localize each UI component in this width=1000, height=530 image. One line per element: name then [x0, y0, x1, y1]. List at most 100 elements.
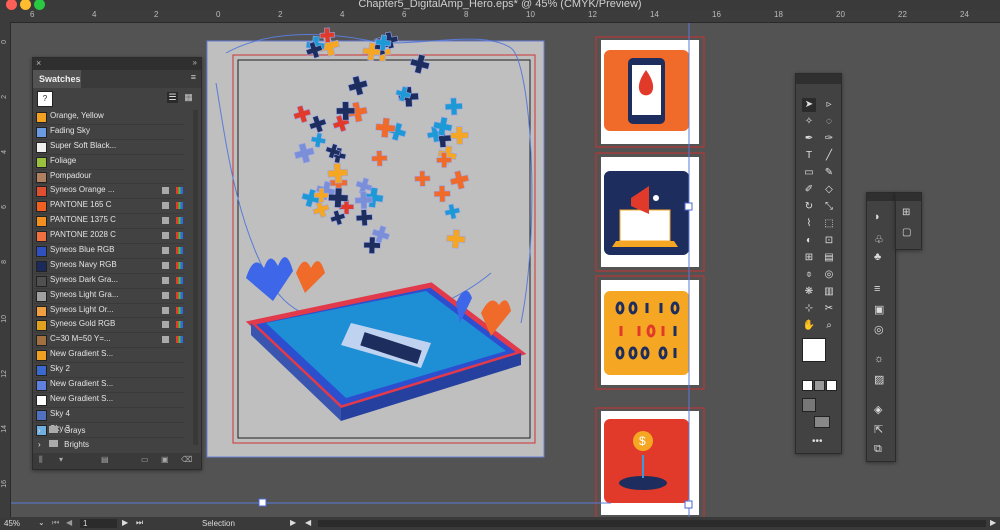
edit-toolbar-icon[interactable]: •••: [812, 436, 823, 447]
scroll-left-icon[interactable]: ◀: [305, 518, 311, 527]
coin-fountain-icon[interactable]: $: [601, 411, 699, 515]
swatch-list-scrollbar[interactable]: [193, 110, 198, 445]
swatch-item[interactable]: C=30 M=50 Y=...: [34, 333, 184, 349]
mesh-tool-icon[interactable]: ⊞: [802, 251, 816, 265]
artboards-icon[interactable]: ⧉: [874, 443, 882, 456]
zoom-dropdown-icon[interactable]: ⌄: [38, 518, 45, 527]
color-mode-button[interactable]: [802, 380, 813, 391]
column-graph-tool-icon[interactable]: ▥: [822, 285, 836, 299]
swatch-item[interactable]: PANTONE 165 C: [34, 199, 184, 215]
bounding-handle[interactable]: [684, 500, 693, 509]
swatch-item[interactable]: Sky 2: [34, 363, 184, 379]
disclosure-arrow-icon[interactable]: ›: [38, 440, 41, 449]
swatch-item[interactable]: Syneos Light Or...: [34, 304, 184, 319]
fill-stroke-indicator[interactable]: ?: [37, 91, 53, 107]
export-icon[interactable]: ⇱: [874, 423, 883, 436]
magic-wand-tool-icon[interactable]: ✧: [802, 115, 816, 129]
gradient-tool-icon[interactable]: ▤: [822, 251, 836, 265]
delete-swatch-icon[interactable]: ⌫: [181, 455, 192, 464]
stroke-icon[interactable]: ≡: [874, 283, 880, 295]
selection-tool-icon[interactable]: ➤: [802, 98, 816, 112]
swatch-item[interactable]: Sky 4: [34, 408, 184, 423]
secondary-panel-dock[interactable]: ◗ ♧ ♣ ≡ ▣ ◎ ☼ ▨ ◈ ⇱ ⧉: [866, 192, 896, 462]
swatch-libraries-icon[interactable]: ⫼: [39, 455, 43, 465]
screen-mode-button[interactable]: [814, 416, 830, 428]
pen-tool-icon[interactable]: ✒: [802, 132, 816, 146]
align-panel-dock[interactable]: ⊞ ▢: [895, 192, 922, 250]
new-color-group-icon[interactable]: ▭: [141, 455, 149, 464]
show-kinds-icon[interactable]: ▾: [59, 455, 63, 464]
close-panel-icon[interactable]: ×: [36, 58, 41, 68]
swatch-item[interactable]: Super Soft Black...: [34, 140, 184, 155]
lasso-tool-icon[interactable]: ◌: [822, 115, 836, 129]
phone-drop-icon[interactable]: [601, 40, 699, 144]
swatch-item[interactable]: Syneos Blue RGB: [34, 244, 184, 259]
ruler-horizontal[interactable]: 6 4 2 0 2 4 6 8 10 12 14 16 18 20 22 24: [0, 10, 1000, 23]
grid-view-icon[interactable]: ▦: [183, 92, 194, 103]
swatch-item[interactable]: New Gradient S...: [34, 348, 184, 364]
eraser-tool-icon[interactable]: ◇: [822, 183, 836, 197]
binary-code-icon[interactable]: [601, 280, 699, 385]
layers-icon[interactable]: ◈: [874, 403, 882, 416]
swatch-item[interactable]: Orange, Yellow: [34, 110, 184, 125]
perspective-grid-tool-icon[interactable]: ⊡: [822, 234, 836, 248]
paintbrush-tool-icon[interactable]: ✎: [822, 166, 836, 180]
scroll-right-icon[interactable]: ▶: [990, 518, 996, 527]
shaper-tool-icon[interactable]: ✐: [802, 183, 816, 197]
swatch-item[interactable]: Syneos Dark Gra...: [34, 274, 184, 289]
list-view-icon[interactable]: ☰: [167, 92, 178, 103]
tools-panel[interactable]: ➤ ▹ ✧ ◌ ✒ ✑ T ╱ ▭ ✎ ✐ ◇ ↻ ⤡ ⌇ ⬚ ◐ ⊡ ⊞ ▤ ⌽ ◎ ❋ ▥ ⊹ ✂ ✋ ⌕ •••: [795, 73, 842, 454]
next-artboard-icon[interactable]: ▶: [122, 518, 128, 527]
rectangle-tool-icon[interactable]: ▭: [802, 166, 816, 180]
megaphone-laptop-icon[interactable]: [601, 157, 699, 267]
ruler-vertical[interactable]: 0 2 4 6 8 10 12 14 16: [0, 22, 11, 517]
swatch-item[interactable]: Pompadour: [34, 170, 184, 185]
horizontal-scrollbar[interactable]: [318, 520, 986, 527]
swatch-item[interactable]: PANTONE 1375 C: [34, 214, 184, 230]
swatch-item[interactable]: Foliage: [34, 155, 184, 170]
symbols-icon[interactable]: ♧: [874, 233, 884, 246]
eyedropper-tool-icon[interactable]: ⌽: [802, 268, 816, 282]
artboard-tool-icon[interactable]: ⊹: [802, 302, 816, 316]
zoom-level[interactable]: 45%: [4, 519, 20, 528]
fill-stroke-swatch[interactable]: [802, 338, 826, 362]
status-menu-icon[interactable]: ▶: [290, 518, 296, 527]
draw-mode-button[interactable]: [802, 398, 816, 412]
first-artboard-icon[interactable]: ⏮: [52, 518, 59, 528]
graphic-styles-icon[interactable]: ▨: [874, 373, 884, 386]
bounding-handle[interactable]: [258, 498, 267, 507]
last-artboard-icon[interactable]: ⏭: [136, 518, 143, 528]
none-mode-button[interactable]: [826, 380, 837, 391]
curvature-tool-icon[interactable]: ✑: [822, 132, 836, 146]
scale-tool-icon[interactable]: ⤡: [822, 200, 836, 214]
swatch-group-brights[interactable]: › Brights: [38, 440, 89, 449]
gradient-mode-button[interactable]: [814, 380, 825, 391]
rotate-tool-icon[interactable]: ↻: [802, 200, 816, 214]
brushes-icon[interactable]: ♣: [874, 251, 881, 263]
align-icon[interactable]: ⊞: [902, 207, 910, 218]
free-transform-tool-icon[interactable]: ⬚: [822, 217, 836, 231]
swatch-item[interactable]: Syneos Navy RGB: [34, 259, 184, 274]
swatch-item[interactable]: Fading Sky: [34, 125, 184, 140]
line-tool-icon[interactable]: ╱: [822, 149, 836, 163]
symbol-sprayer-tool-icon[interactable]: ❋: [802, 285, 816, 299]
disclosure-arrow-icon[interactable]: ›: [38, 426, 41, 435]
panel-header[interactable]: × »: [33, 58, 201, 70]
type-tool-icon[interactable]: T: [802, 149, 816, 163]
slice-tool-icon[interactable]: ✂: [822, 302, 836, 316]
prev-artboard-icon[interactable]: ◀: [66, 518, 72, 527]
warp-tool-icon[interactable]: ⌇: [802, 217, 816, 231]
blend-tool-icon[interactable]: ◎: [822, 268, 836, 282]
swatch-options-icon[interactable]: ▤: [101, 455, 109, 464]
swatch-item[interactable]: Syneos Orange ...: [34, 184, 184, 200]
appearance-icon[interactable]: ☼: [874, 353, 884, 365]
zoom-tool-icon[interactable]: ⌕: [822, 319, 836, 333]
transparency-icon[interactable]: ◗: [874, 211, 881, 223]
swatch-item[interactable]: Syneos Gold RGB: [34, 318, 184, 334]
swatch-item[interactable]: PANTONE 2028 C: [34, 229, 184, 245]
gradient-icon[interactable]: ▣: [874, 303, 884, 316]
collapse-panel-icon[interactable]: »: [193, 58, 197, 67]
artboard-number[interactable]: 1: [80, 519, 117, 528]
transform-icon[interactable]: ▢: [902, 227, 911, 238]
swatch-item[interactable]: Syneos Light Gra...: [34, 289, 184, 304]
